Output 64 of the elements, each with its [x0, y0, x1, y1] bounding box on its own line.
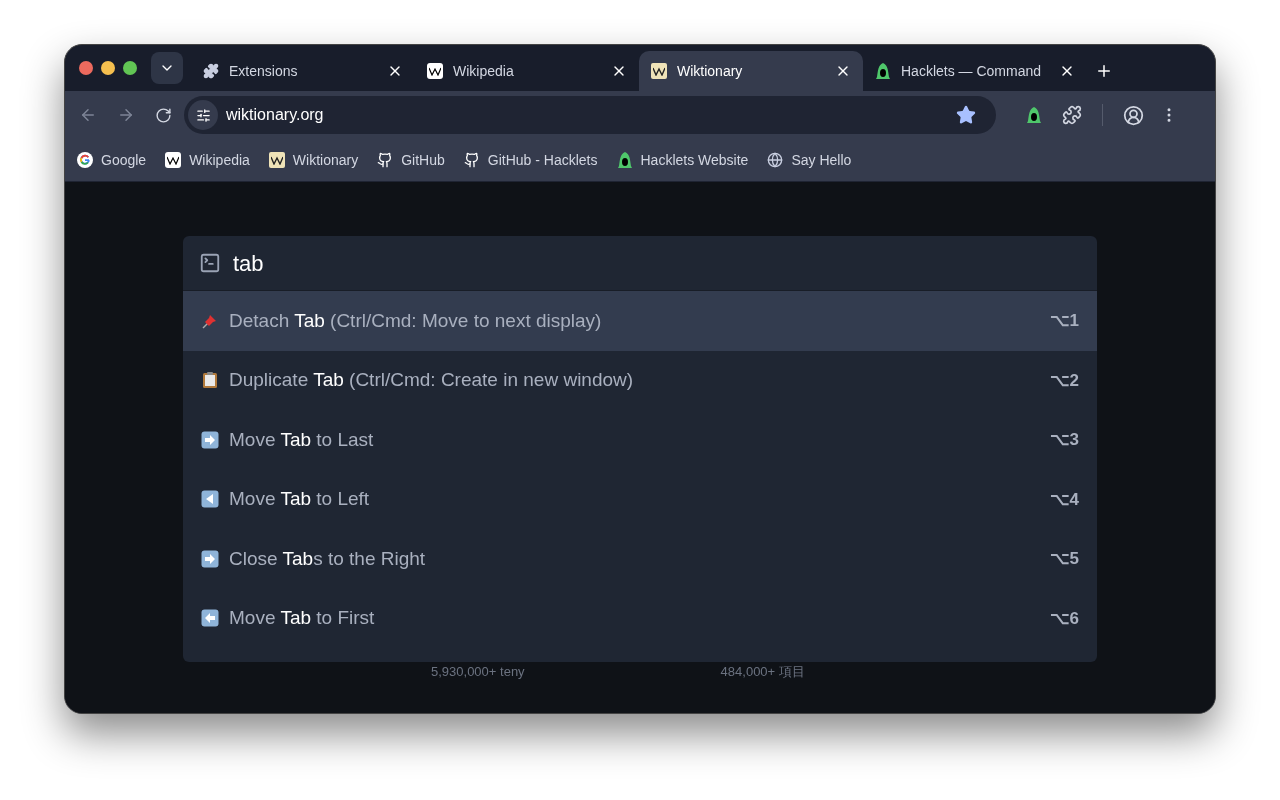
github-icon — [377, 152, 394, 168]
github-icon — [463, 152, 480, 168]
address-bar[interactable]: wiktionary.org — [184, 96, 996, 134]
hooded-figure-icon — [1026, 106, 1042, 124]
w-tile-icon — [651, 63, 667, 79]
url-text: wiktionary.org — [226, 105, 325, 125]
new-tab-icon[interactable] — [1095, 62, 1113, 80]
command-label: Detach Tab (Ctrl/Cmd: Move to next display) — [229, 308, 603, 333]
reload-icon[interactable] — [155, 106, 172, 124]
bookmark-item[interactable]: Hacklets Website — [616, 149, 749, 171]
command-item[interactable]: Move Tab to Left ⌥4 — [183, 469, 1097, 529]
bookmark-item[interactable]: Say Hello — [767, 149, 852, 171]
command-label: Duplicate Tab (Ctrl/Cmd: Create in new window) — [229, 368, 635, 392]
command-label: Move Tab to Left — [229, 487, 371, 511]
minimize-window-button[interactable] — [101, 61, 115, 75]
tab-title: Wiktionary — [677, 61, 744, 81]
tab-title: Wikipedia — [453, 61, 515, 81]
command-item[interactable]: Move Tab to First ⌥6 — [183, 588, 1097, 648]
search-field[interactable]: tab — [233, 246, 264, 280]
bookmark-item[interactable]: Google — [77, 149, 147, 171]
forward-icon[interactable] — [117, 106, 135, 124]
browser-tab[interactable]: Hacklets — Command — [863, 51, 1087, 91]
bookmark-item[interactable]: Wikipedia — [165, 149, 250, 171]
bookmark-star-icon[interactable] — [956, 105, 976, 125]
bookmark-item[interactable]: Wiktionary — [268, 149, 359, 171]
maximize-window-button[interactable] — [123, 61, 137, 75]
tab-title: Extensions — [229, 61, 299, 81]
w-tile-icon — [268, 152, 285, 168]
browser-tab[interactable]: Wikipedia — [415, 51, 639, 91]
shortcut-label: ⌥2 — [1049, 369, 1079, 392]
command-item[interactable]: Close Tabs to the Right ⌥5 — [183, 529, 1097, 589]
shortcut-label: ⌥5 — [1049, 548, 1079, 570]
shortcut-label: ⌥6 — [1049, 607, 1079, 630]
hooded-figure-icon — [875, 62, 891, 80]
back-icon[interactable] — [79, 106, 97, 124]
tab-search-button[interactable] — [151, 52, 183, 84]
command-item[interactable]: Detach Tab (Ctrl/Cmd: Move to next display) ⌥1 — [183, 291, 1097, 351]
command-label: Move Tab to Last — [229, 427, 375, 452]
hooded-figure-icon — [616, 151, 633, 169]
site-settings-icon[interactable] — [188, 100, 218, 130]
command-label: Move Tab to First — [229, 606, 376, 630]
shortcut-label: ⌥1 — [1049, 310, 1079, 332]
bookmark-item[interactable]: GitHub — [377, 149, 445, 171]
globe-icon — [767, 152, 784, 168]
w-logo-icon — [427, 63, 443, 79]
shortcut-label: ⌥4 — [1049, 488, 1079, 511]
shortcut-label: ⌥3 — [1049, 429, 1079, 451]
browser-tab[interactable]: Extensions — [191, 51, 415, 91]
w-logo-icon — [165, 152, 182, 168]
profile-icon[interactable] — [1123, 104, 1144, 126]
puzzle-icon — [203, 63, 219, 79]
stat-text: 484,000+ 項目 — [720, 663, 805, 681]
google-g-icon — [77, 152, 93, 168]
command-item[interactable]: Move Tab to Last ⌥3 — [183, 410, 1097, 470]
extensions-icon[interactable] — [1062, 105, 1082, 125]
close-window-button[interactable] — [79, 61, 93, 75]
browser-tab[interactable]: Wiktionary — [639, 51, 863, 91]
tab-title: Hacklets — Command — [901, 61, 1043, 81]
clipboard-icon — [201, 371, 219, 390]
stat-text: 5,930,000+ teny — [431, 663, 525, 681]
terminal-icon — [199, 252, 221, 274]
bookmark-item[interactable]: GitHub - Hacklets — [463, 149, 598, 171]
command-label: Close Tabs to the Right — [229, 546, 427, 571]
command-item[interactable]: Duplicate Tab (Ctrl/Cmd: Create in new window) ⌥2 — [183, 350, 1097, 410]
